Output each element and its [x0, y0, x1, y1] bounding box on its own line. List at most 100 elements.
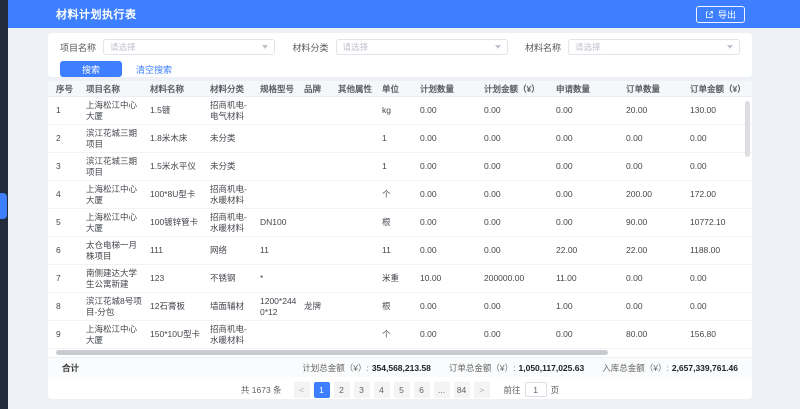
page-button[interactable]: 1 [314, 382, 330, 398]
table-cell: 100镀锌管卡 [150, 217, 210, 228]
table-cell: 滨江花城三期项目 [86, 128, 150, 149]
table-cell: 0.00 [556, 189, 626, 200]
table-cell: 米重 [382, 273, 420, 284]
filter-category: 材料分类 请选择 [292, 39, 507, 55]
table-cell: 上海松江中心大厦 [86, 212, 150, 233]
table-row[interactable]: 4上海松江中心大厦100*8U型卡招商机电-水暖材料个0.000.000.002… [48, 181, 752, 209]
goto-page: 前往 页 [504, 382, 560, 397]
table-cell: 22.00 [556, 245, 626, 256]
table-cell: 1.5镀 [150, 105, 210, 116]
page-button[interactable]: 84 [454, 382, 470, 398]
project-name-placeholder: 请选择 [110, 41, 136, 53]
column-header: 项目名称 [86, 83, 150, 95]
table-cell: 0.00 [626, 273, 690, 284]
prev-page-button[interactable]: < [294, 382, 310, 398]
table-row[interactable]: 3滨江花城三期项目1.5米水平仪未分类10.000.000.000.000.00 [48, 153, 752, 181]
table-cell: 200000.00 [484, 273, 556, 284]
page-button[interactable]: 2 [334, 382, 350, 398]
material-category-label: 材料分类 [292, 41, 328, 54]
table-cell: 8 [56, 301, 86, 312]
table-cell: 0.00 [690, 161, 748, 172]
table-cell: 9 [56, 329, 86, 340]
material-category-select[interactable]: 请选择 [336, 39, 508, 55]
table-cell: 1 [382, 161, 420, 172]
goto-page-input[interactable] [525, 382, 547, 397]
table-cell: 1.00 [556, 301, 626, 312]
table-row[interactable]: 1上海松江中心大厦1.5镀招商机电-电气材料kg0.000.000.0020.0… [48, 97, 752, 125]
table-cell: 0.00 [556, 105, 626, 116]
table-cell: 根 [382, 301, 420, 312]
plan-total-label: 计划总金额（¥）: [302, 362, 369, 374]
vertical-scrollbar-thumb[interactable] [745, 101, 750, 157]
table-row[interactable]: 8滨江花城8号项目-分包12石膏板墙面辅材1200*2440*12龙牌根0.00… [48, 293, 752, 321]
table-cell: 0.00 [420, 245, 484, 256]
table-cell: 上海松江中心大厦 [86, 100, 150, 121]
table-row[interactable]: 9上海松江中心大厦150*10U型卡招商机电-水暖材料个0.000.000.00… [48, 321, 752, 349]
table-cell: 1 [382, 133, 420, 144]
search-button[interactable]: 搜索 [60, 61, 122, 77]
page-button[interactable]: 4 [374, 382, 390, 398]
table-cell: 个 [382, 329, 420, 340]
vertical-scrollbar[interactable] [745, 99, 750, 347]
order-total-label: 订单总金额（¥）: [449, 362, 516, 374]
filter-actions: 搜索 清空搜索 [60, 61, 740, 77]
table-cell: kg [382, 105, 420, 116]
column-header: 订单金额（¥） [690, 83, 748, 95]
horizontal-scrollbar-thumb[interactable] [56, 350, 608, 355]
table-cell: 滨江花城三期项目 [86, 156, 150, 177]
column-header: 规格型号 [260, 83, 304, 95]
table-cell: 1200*2440*12 [260, 296, 304, 317]
next-page-button[interactable]: > [474, 382, 490, 398]
clear-search-button[interactable]: 清空搜索 [136, 63, 172, 76]
material-name-select[interactable]: 请选择 [568, 39, 740, 55]
table-cell: 5 [56, 217, 86, 228]
table-cell: 不锈钢 [210, 273, 260, 284]
table-cell: 1 [56, 105, 86, 116]
table-body: 1上海松江中心大厦1.5镀招商机电-电气材料kg0.000.000.0020.0… [48, 97, 752, 349]
horizontal-scrollbar[interactable] [48, 349, 752, 357]
page-ellipsis[interactable]: ... [434, 382, 450, 398]
table-cell: 0.00 [420, 105, 484, 116]
table-cell: 招商机电-水暖材料 [210, 184, 260, 205]
inbound-total-value: 2,657,339,761.46 [672, 363, 738, 373]
export-icon [705, 10, 714, 19]
table-cell: 0.00 [420, 329, 484, 340]
table-row[interactable]: 6太仓电梯一月株项目111网络11110.000.0022.0022.00118… [48, 237, 752, 265]
page-button[interactable]: 5 [394, 382, 410, 398]
table-row[interactable]: 5上海松江中心大厦100镀锌管卡招商机电-水暖材料DN100根0.000.000… [48, 209, 752, 237]
table-row[interactable]: 7南侧建达大学生公寓新建123不锈钢*米重10.00200000.0011.00… [48, 265, 752, 293]
export-button[interactable]: 导出 [696, 6, 745, 23]
table-cell: 招商机电-电气材料 [210, 100, 260, 121]
table-cell: 1.5米水平仪 [150, 161, 210, 172]
column-header: 品牌 [304, 83, 338, 95]
table-cell: 0.00 [484, 217, 556, 228]
material-name-label: 材料名称 [525, 41, 561, 54]
column-header: 材料分类 [210, 83, 260, 95]
material-name-placeholder: 请选择 [575, 41, 601, 53]
table-cell: 0.00 [420, 161, 484, 172]
app-header: 材料计划执行表 导出 [0, 0, 800, 28]
table-row[interactable]: 2滨江花城三期项目1.8米木床未分类10.000.000.000.000.00 [48, 125, 752, 153]
column-header: 其他属性 [338, 83, 382, 95]
pagination-bar: 共 1673 条 < 123456...84 > 前往 页 [48, 377, 752, 399]
table-cell: 未分类 [210, 133, 260, 144]
data-table-panel: 序号项目名称材料名称材料分类规格型号品牌其他属性单位计划数量计划金额（¥）申请数… [48, 81, 752, 399]
table-cell: 0.00 [484, 133, 556, 144]
page-button[interactable]: 3 [354, 382, 370, 398]
table-cell: 未分类 [210, 161, 260, 172]
goto-suffix-label: 页 [551, 384, 560, 396]
summary-row: 合计 计划总金额（¥）: 354,568,213.58 订单总金额（¥）: 1,… [48, 357, 752, 377]
table-cell: 22.00 [626, 245, 690, 256]
table-cell: 0.00 [626, 301, 690, 312]
table-cell: 4 [56, 189, 86, 200]
table-cell: 太仓电梯一月株项目 [86, 240, 150, 261]
table-cell: 上海松江中心大厦 [86, 184, 150, 205]
material-category-placeholder: 请选择 [343, 41, 369, 53]
order-total-value: 1,050,117,025.63 [519, 363, 585, 373]
page-button[interactable]: 6 [414, 382, 430, 398]
table-cell: 111 [150, 245, 210, 256]
sidebar-expand-handle[interactable] [0, 193, 7, 219]
filter-row: 项目名称 请选择 材料分类 请选择 材料名称 请选择 [60, 39, 740, 55]
table-cell: 20.00 [626, 105, 690, 116]
project-name-select[interactable]: 请选择 [103, 39, 275, 55]
